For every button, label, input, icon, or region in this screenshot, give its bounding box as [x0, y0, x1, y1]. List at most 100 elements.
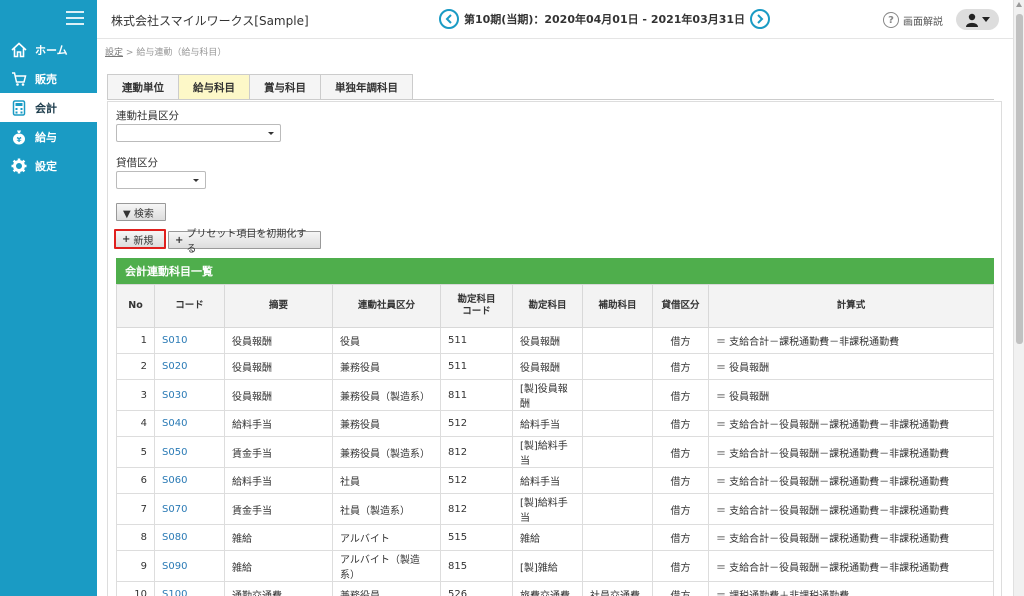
user-icon	[966, 13, 978, 27]
col-header-account[interactable]: 勘定科目	[512, 284, 583, 328]
tab-year-end-accounts[interactable]: 単独年調科目	[320, 74, 413, 100]
sidebar-item-settings[interactable]: 設定	[0, 151, 97, 180]
table-row: 4 S040 給料手当 兼務役員 512 給料手当 借方＝ 支給合計－役員報酬－課税通勤費－…	[116, 410, 994, 437]
cell-account: [製]役員報酬	[512, 379, 583, 411]
account-code-link[interactable]: S080	[162, 532, 187, 543]
reset-preset-button[interactable]: + プリセット項目を初期化する	[168, 229, 321, 255]
cell-no: 1	[116, 327, 155, 354]
accounts-table: No コード 摘要 連動社員区分 勘定科目 コード 勘定科目 補助科目 貸借区分…	[116, 284, 994, 596]
debit-credit-label: 貸借区分	[116, 157, 158, 169]
account-code-link[interactable]: S010	[162, 335, 187, 346]
cell-debit-credit: 借方	[652, 327, 709, 354]
cell-summary: 給料手当	[224, 467, 333, 494]
search-label: ▼ 検索	[123, 208, 154, 220]
cell-debit-credit: 借方	[652, 524, 709, 551]
scroll-up-arrow-icon[interactable]	[1016, 2, 1022, 7]
prev-period-button[interactable]	[439, 9, 459, 29]
col-header-debit-credit[interactable]: 貸借区分	[652, 284, 709, 328]
tab-link-unit[interactable]: 連動単位	[107, 74, 179, 100]
cell-employee-class: 兼務役員（製造系）	[332, 379, 441, 411]
cell-account-code: 815	[440, 550, 513, 582]
new-button[interactable]: + 新規	[114, 229, 166, 249]
cell-code: S070	[154, 493, 225, 525]
tab-salary-accounts[interactable]: 給与科目	[178, 74, 250, 100]
account-code-link[interactable]: S060	[162, 475, 187, 486]
cell-no: 9	[116, 550, 155, 582]
debit-credit-select[interactable]	[116, 171, 206, 189]
col-header-account-code[interactable]: 勘定科目 コード	[440, 284, 513, 328]
cell-formula: ＝ 支給合計－役員報酬－課税通勤費－非課税通勤費	[708, 467, 994, 494]
cell-account: 雑給	[512, 524, 583, 551]
page-scrollbar[interactable]	[1013, 0, 1024, 596]
sidebar-item-label: 販売	[35, 72, 57, 86]
cell-code: S020	[154, 353, 225, 380]
col-header-code[interactable]: コード	[154, 284, 225, 328]
cell-account-code: 811	[440, 379, 513, 411]
employee-class-select[interactable]	[116, 124, 281, 142]
next-period-button[interactable]	[750, 9, 771, 29]
sidebar-item-home[interactable]: ホーム	[0, 35, 97, 64]
col-header-sub-account[interactable]: 補助科目	[582, 284, 653, 328]
cell-no: 5	[116, 436, 155, 468]
cell-account-code: 512	[440, 410, 513, 437]
user-menu-button[interactable]	[956, 9, 999, 30]
company-name: 株式会社スマイルワークス[Sample]	[111, 14, 309, 28]
account-code-link[interactable]: S070	[162, 504, 187, 515]
cell-no: 4	[116, 410, 155, 437]
cell-sub-account: 社員交通費	[582, 581, 653, 596]
cell-account-code: 812	[440, 436, 513, 468]
breadcrumb-current: 給与連動（給与科目）	[136, 48, 227, 58]
tab-bar: 連動単位 給与科目 賞与科目 単独年調科目	[107, 74, 413, 100]
cell-code: S050	[154, 436, 225, 468]
col-header-summary[interactable]: 摘要	[224, 284, 333, 328]
cell-summary: 賃金手当	[224, 436, 333, 468]
cell-employee-class: 社員	[332, 467, 441, 494]
col-header-no[interactable]: No	[116, 284, 155, 328]
cell-summary: 雑給	[224, 550, 333, 582]
cell-account: [製]雑給	[512, 550, 583, 582]
breadcrumb-root-link[interactable]: 設定	[105, 48, 123, 58]
cell-sub-account	[582, 410, 653, 437]
cell-employee-class: 兼務役員	[332, 410, 441, 437]
cell-no: 8	[116, 524, 155, 551]
breadcrumb: 設定 > 給与連動（給与科目）	[105, 45, 226, 58]
cell-code: S080	[154, 524, 225, 551]
sidebar-item-payroll[interactable]: ¥ 給与	[0, 122, 97, 151]
tab-divider	[107, 99, 994, 100]
account-code-link[interactable]: S100	[162, 589, 187, 596]
cell-no: 2	[116, 353, 155, 380]
cell-formula: ＝ 支給合計－役員報酬－課税通勤費－非課税通勤費	[708, 493, 994, 525]
cell-employee-class: アルバイト（製造系）	[332, 550, 441, 582]
cell-summary: 役員報酬	[224, 379, 333, 411]
col-header-formula[interactable]: 計算式	[708, 284, 994, 328]
account-code-link[interactable]: S090	[162, 561, 187, 572]
period-label: 第10期(当期)：2020年04月01日 - 2021年03月31日	[464, 13, 746, 26]
cell-employee-class: 役員	[332, 327, 441, 354]
account-code-link[interactable]: S020	[162, 361, 187, 372]
col-header-employee-class[interactable]: 連動社員区分	[332, 284, 441, 328]
tab-bonus-accounts[interactable]: 賞与科目	[249, 74, 321, 100]
menu-toggle-icon[interactable]	[66, 11, 84, 25]
cell-formula: ＝ 役員報酬	[708, 379, 994, 411]
search-button[interactable]: ▼ 検索	[116, 203, 166, 221]
account-code-link[interactable]: S040	[162, 418, 187, 429]
cell-code: S100	[154, 581, 225, 596]
table-header-row: No コード 摘要 連動社員区分 勘定科目 コード 勘定科目 補助科目 貸借区分…	[116, 284, 994, 328]
sidebar-item-sales[interactable]: 販売	[0, 64, 97, 93]
account-code-link[interactable]: S050	[162, 447, 187, 458]
cell-sub-account	[582, 550, 653, 582]
employee-class-label: 連動社員区分	[116, 110, 179, 122]
scrollbar-thumb[interactable]	[1016, 14, 1023, 344]
cell-debit-credit: 借方	[652, 493, 709, 525]
cell-code: S090	[154, 550, 225, 582]
cell-code: S040	[154, 410, 225, 437]
cell-account: 旅費交通費	[512, 581, 583, 596]
cell-debit-credit: 借方	[652, 550, 709, 582]
account-code-link[interactable]: S030	[162, 390, 187, 401]
sidebar-item-accounting[interactable]: 会計	[0, 93, 97, 122]
header: 株式会社スマイルワークス[Sample] 第10期(当期)：2020年04月01…	[97, 0, 1013, 39]
cell-account-code: 511	[440, 353, 513, 380]
screen-help-link[interactable]: ? 画面解説	[883, 12, 943, 28]
cell-account: 役員報酬	[512, 353, 583, 380]
sidebar: ホーム 販売 会計 ¥ 給与 設定	[0, 0, 97, 596]
